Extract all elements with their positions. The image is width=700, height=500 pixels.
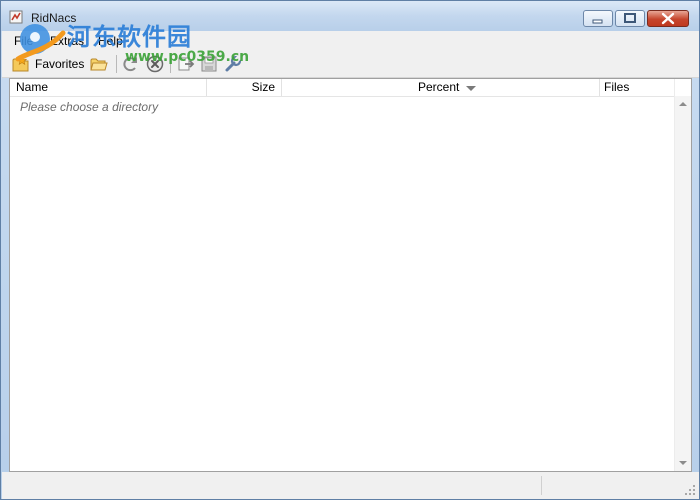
maximize-button[interactable]: [615, 10, 645, 27]
status-panel-secondary: [542, 476, 682, 495]
empty-placeholder: Please choose a directory: [20, 100, 159, 114]
menu-file[interactable]: File: [14, 34, 33, 48]
window-title: RidNacs: [31, 11, 77, 25]
directory-list-view[interactable]: Name Size Percent Files Please choose a …: [9, 78, 692, 472]
status-panel-main: [2, 476, 542, 495]
column-header-label: Name: [16, 80, 49, 94]
menu-bar: File Extras Help: [2, 31, 699, 50]
scroll-up-icon[interactable]: [679, 102, 687, 106]
open-folder-icon[interactable]: [90, 55, 108, 73]
sort-descending-icon: [466, 86, 476, 91]
list-header: Name Size Percent Files: [10, 79, 675, 97]
toolbar-separator: [116, 55, 117, 73]
menu-extras[interactable]: Extras: [50, 34, 84, 48]
column-header-label: Percent: [418, 80, 460, 94]
status-bar: [2, 472, 699, 499]
toolbar: Favorites: [2, 50, 699, 78]
window-controls: [581, 10, 689, 28]
save-icon[interactable]: [200, 55, 218, 73]
resize-grip-icon[interactable]: [684, 484, 696, 496]
minimize-icon: [592, 19, 603, 24]
close-button[interactable]: [647, 10, 689, 27]
column-header-percent[interactable]: Percent: [282, 79, 600, 96]
title-bar[interactable]: RidNacs: [1, 1, 699, 31]
export-icon[interactable]: [177, 55, 195, 73]
settings-wrench-icon[interactable]: [224, 55, 242, 73]
column-header-label: Size: [251, 80, 275, 94]
favorites-folder-icon[interactable]: [12, 55, 30, 73]
favorites-label[interactable]: Favorites: [35, 57, 84, 71]
toolbar-separator: [170, 55, 171, 73]
app-window: RidNacs File Extras Help Favorites Name …: [0, 0, 700, 500]
column-header-size[interactable]: Size: [207, 79, 282, 96]
app-icon: [9, 10, 23, 24]
scroll-down-icon[interactable]: [679, 461, 687, 465]
menu-help[interactable]: Help: [98, 34, 123, 48]
stop-icon[interactable]: [146, 55, 164, 73]
maximize-icon: [624, 13, 636, 23]
scrollbar-corner: [674, 79, 691, 96]
vertical-scrollbar[interactable]: [674, 96, 691, 471]
refresh-icon[interactable]: [122, 55, 140, 73]
minimize-button[interactable]: [583, 10, 613, 27]
column-header-label: Files: [604, 80, 630, 94]
close-icon: [661, 12, 675, 25]
column-header-files[interactable]: Files: [600, 79, 675, 96]
column-header-name[interactable]: Name: [10, 79, 207, 96]
